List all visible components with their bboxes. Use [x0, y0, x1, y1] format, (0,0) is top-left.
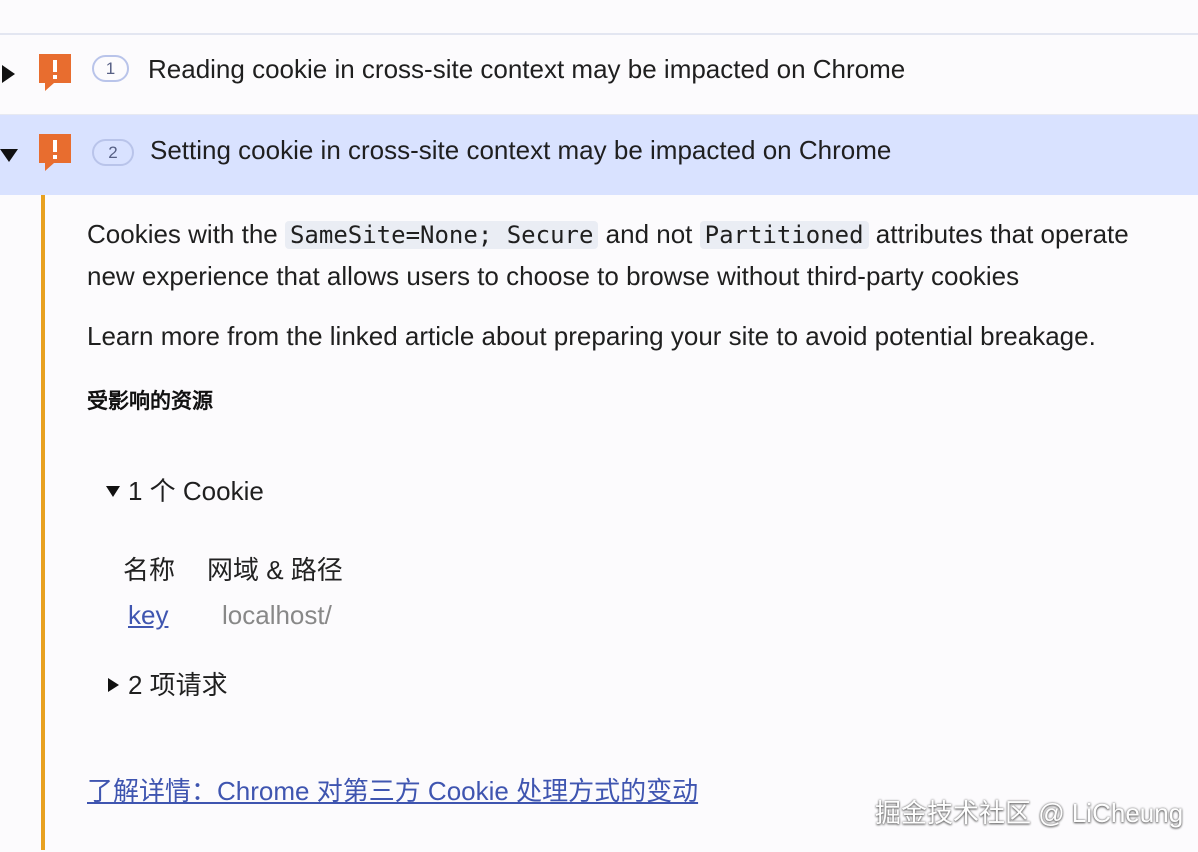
partitioned-code: Partitioned: [699, 221, 869, 249]
description-suffix: attributes that operate: [868, 219, 1129, 249]
expand-arrow-icon[interactable]: [2, 65, 15, 83]
learn-more-link[interactable]: 了解详情：Chrome 对第三方 Cookie 处理方式的变动: [87, 773, 698, 809]
issue-count-badge: 1: [92, 55, 129, 82]
issue-count-badge: 2: [92, 139, 134, 166]
cookie-name-link[interactable]: key: [128, 596, 168, 634]
collapse-arrow-icon[interactable]: [0, 149, 18, 162]
description-line-2: new experience that allows users to choo…: [87, 261, 1020, 291]
issue-title[interactable]: Reading cookie in cross-site context may…: [148, 54, 905, 84]
triangle-right-icon[interactable]: [108, 678, 119, 693]
requests-disclosure[interactable]: 2 项请求: [108, 665, 228, 705]
description-prefix: Cookies with the: [87, 219, 285, 249]
name-column-header: 名称: [123, 555, 176, 585]
warning-icon: [39, 134, 71, 171]
issue-details: Cookies with the SameSite=None; Secure a…: [87, 214, 1198, 357]
issue-accent-bar: [41, 195, 45, 850]
watermark: 掘金技术社区 @ LiCheung: [875, 798, 1184, 828]
domain-path-column-header: 网域 & 路径: [207, 555, 343, 585]
learn-more-description: Learn more from the linked article about…: [87, 321, 1096, 351]
cookie-domain-path: localhost/: [222, 600, 332, 630]
cookies-disclosure[interactable]: 1 个 Cookie: [106, 471, 264, 511]
issue-row-reading-cookie[interactable]: 1 Reading cookie in cross-site context m…: [0, 35, 1198, 115]
samesite-code: SameSite=None; Secure: [284, 221, 599, 249]
issue-title[interactable]: Setting cookie in cross-site context may…: [150, 135, 891, 165]
affected-resources-heading: 受影响的资源: [87, 390, 213, 413]
issue-description: Cookies with the SameSite=None; Secure a…: [87, 214, 1198, 296]
warning-icon: [39, 54, 71, 91]
devtools-issues-panel: 1 Reading cookie in cross-site context m…: [0, 0, 1198, 852]
issue-row-setting-cookie[interactable]: 2 Setting cookie in cross-site context m…: [0, 115, 1198, 195]
requests-disclosure-label[interactable]: 2 项请求: [128, 670, 228, 700]
cookies-disclosure-label[interactable]: 1 个 Cookie: [128, 476, 264, 506]
description-middle: and not: [598, 219, 700, 249]
triangle-down-icon[interactable]: [106, 485, 120, 497]
